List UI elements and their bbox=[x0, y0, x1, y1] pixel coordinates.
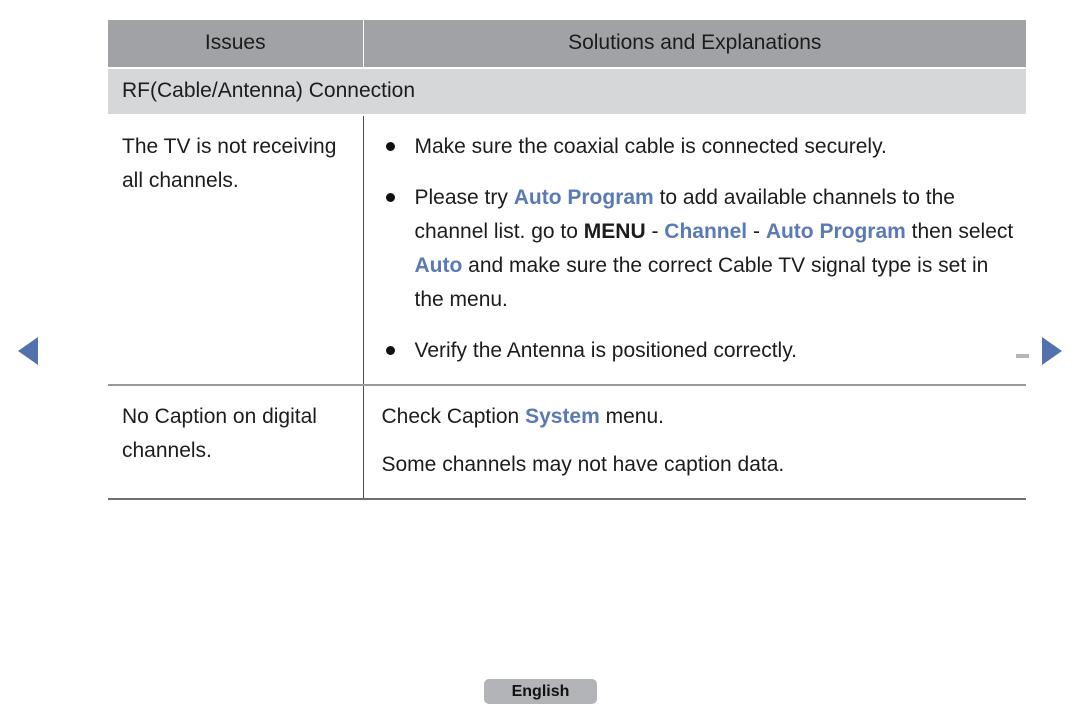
text-run: - bbox=[747, 220, 766, 244]
table-body: The TV is not receiving all channels. Ma… bbox=[108, 114, 1026, 501]
troubleshooting-table: Issues Solutions and Explanations RF(Cab… bbox=[108, 20, 1026, 501]
next-page-arrow-icon[interactable] bbox=[1042, 337, 1062, 365]
text-run: - bbox=[645, 220, 665, 244]
text-run: and make sure the correct Cable TV signa… bbox=[414, 254, 989, 312]
issue-cell: The TV is not receiving all channels. bbox=[108, 114, 364, 386]
issue-cell: No Caption on digital channels. bbox=[108, 384, 364, 501]
language-button[interactable]: English bbox=[484, 679, 597, 704]
troubleshooting-table-container: Issues Solutions and Explanations RF(Cab… bbox=[108, 20, 1026, 501]
column-header-issues: Issues bbox=[108, 20, 364, 68]
emphasis-menu-term: Auto Program bbox=[513, 186, 654, 210]
emphasis-key-label: MENU bbox=[583, 220, 646, 244]
column-header-solutions: Solutions and Explanations bbox=[363, 20, 1026, 68]
solution-cell: Make sure the coaxial cable is connected… bbox=[363, 114, 1026, 386]
section-heading-rf-cable-antenna-connection: RF(Cable/Antenna) Connection bbox=[108, 67, 1026, 116]
table-header-row: Issues Solutions and Explanations bbox=[108, 20, 1026, 68]
list-item: Verify the Antenna is positioned correct… bbox=[372, 334, 1021, 368]
table-header: Issues Solutions and Explanations RF(Cab… bbox=[108, 20, 1026, 116]
emphasis-menu-term: Auto Program bbox=[765, 220, 906, 244]
emphasis-menu-term: Auto bbox=[414, 254, 463, 278]
solution-cell: Check Caption System menu. Some channels… bbox=[363, 384, 1026, 501]
page-indicator-dash bbox=[1016, 354, 1029, 358]
previous-page-arrow-icon[interactable] bbox=[18, 337, 38, 365]
text-run: Some channels may not have caption data. bbox=[381, 453, 785, 477]
text-run: then select bbox=[905, 220, 1014, 244]
text-run: Make sure the coaxial cable is connected… bbox=[414, 135, 887, 158]
table-row: No Caption on digital channels. Check Ca… bbox=[108, 384, 1026, 501]
solution-line: Check Caption System menu. bbox=[372, 400, 1021, 434]
text-run: menu. bbox=[599, 405, 664, 429]
text-run: Please try bbox=[414, 186, 514, 210]
emphasis-menu-term: Channel bbox=[664, 220, 748, 244]
list-item: Make sure the coaxial cable is connected… bbox=[372, 130, 1021, 164]
solution-line: Some channels may not have caption data. bbox=[372, 448, 1021, 482]
list-item: Please try Auto Program to add available… bbox=[372, 181, 1021, 317]
text-run: Verify the Antenna is positioned correct… bbox=[414, 339, 798, 363]
text-run: Check Caption bbox=[381, 405, 526, 429]
emphasis-menu-term: System bbox=[525, 405, 600, 429]
solution-bullet-list: Make sure the coaxial cable is connected… bbox=[372, 130, 1021, 368]
table-row: The TV is not receiving all channels. Ma… bbox=[108, 114, 1026, 386]
table-section-heading-row: RF(Cable/Antenna) Connection bbox=[108, 67, 1026, 116]
